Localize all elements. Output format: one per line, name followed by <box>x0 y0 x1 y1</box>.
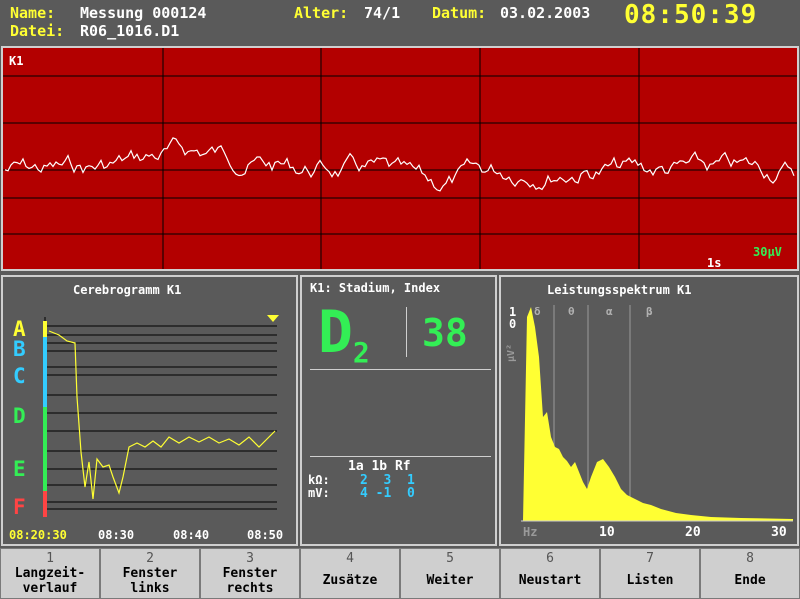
stage-label-f: F <box>13 495 26 519</box>
stage-divider <box>406 307 407 357</box>
band-alpha: α <box>606 305 613 318</box>
stage-label-d: D <box>13 404 26 428</box>
name-value: Messung 000124 <box>80 4 207 22</box>
file-value: R06_1016.D1 <box>80 22 180 40</box>
eeg-channel-label: K1 <box>9 54 24 68</box>
stadium-panel: K1: Stadium, Index D2 38 1a 1b Rf kΩ: 2 … <box>300 275 497 546</box>
stage-subscript: 2 <box>352 336 370 369</box>
cereb-time-start: 08:20:30 <box>9 528 67 542</box>
cereb-time-end: 08:50 <box>247 528 284 542</box>
fkey-3-fenster-rechts[interactable]: 3 Fenster rechts <box>200 548 300 599</box>
eeg-svg <box>3 48 797 269</box>
index-value: 38 <box>422 311 468 355</box>
fkey-6-neustart[interactable]: 6 Neustart <box>500 548 600 599</box>
date-label: Datum: <box>432 4 487 22</box>
band-beta: β <box>646 305 653 318</box>
eeg-waveform <box>4 137 795 192</box>
age-label: Alter: <box>294 4 349 22</box>
fkey-2-fenster-links[interactable]: 2 Fenster links <box>100 548 200 599</box>
spectrum-x-20: 20 <box>685 525 701 540</box>
fkey-5-weiter[interactable]: 5 Weiter <box>400 548 500 599</box>
divider-bottom <box>310 456 491 457</box>
mv-label: mV: <box>308 486 330 500</box>
cerebrogram-grid <box>44 317 277 517</box>
stadium-title: K1: Stadium, Index <box>310 281 441 295</box>
cerebrogram-chart <box>43 315 279 517</box>
eeg-grid <box>3 48 797 269</box>
stage-letter: D <box>318 298 353 366</box>
eeg-trace-area: K1 1s 30µV <box>3 48 797 270</box>
impedance-header: 1a 1b Rf <box>348 459 411 474</box>
fkey-1-langzeitverlauf[interactable]: 1 Langzeit- verlauf <box>0 548 100 599</box>
eeg-time-scale: 1s <box>707 256 722 270</box>
spectrum-y-unit: µV² <box>506 343 517 362</box>
name-label: Name: <box>10 4 56 22</box>
header-bar: Name: Messung 000124 Datei: R06_1016.D1 … <box>0 0 800 46</box>
fkey-4-zusaetze[interactable]: 4 Zusätze <box>300 548 400 599</box>
date-value: 03.02.2003 <box>500 4 591 22</box>
kohm-label: kΩ: <box>308 473 330 487</box>
cerebrogram-panel: Cerebrogramm K1 ABCDEF 08:20:30 08:30 08… <box>1 275 298 546</box>
band-theta: θ <box>568 305 575 318</box>
cereb-time-2: 08:30 <box>98 528 135 542</box>
cereb-time-3: 08:40 <box>173 528 210 542</box>
file-label: Datei: <box>10 22 65 40</box>
spectrum-x-10: 10 <box>599 525 615 540</box>
mv-values: 4 -1 0 <box>360 486 415 501</box>
fkey-7-listen[interactable]: 7 Listen <box>600 548 700 599</box>
eeg-amp-scale: 30µV <box>753 245 782 259</box>
band-delta: δ <box>534 305 541 318</box>
stage-display: D2 <box>318 298 370 369</box>
clock: 08:50:39 <box>624 0 758 30</box>
spectrum-panel: Leistungsspektrum K1 1 0 µV² δ θ α β Hz … <box>499 275 799 546</box>
spectrum-x-30: 30 <box>771 525 787 540</box>
spectrum-y-zero: 0 <box>509 317 517 331</box>
stage-label-c: C <box>13 364 26 388</box>
cerebrogram-trace <box>48 330 276 500</box>
cursor-marker-icon[interactable] <box>267 315 279 322</box>
age-value: 74/1 <box>364 4 401 22</box>
divider-top <box>310 369 491 370</box>
spectrum-area <box>523 307 793 521</box>
spectrum-x-unit: Hz <box>523 525 538 539</box>
stage-label-e: E <box>13 457 26 481</box>
stage-label-b: B <box>13 337 26 361</box>
fkey-8-ende[interactable]: 8 Ende <box>700 548 800 599</box>
